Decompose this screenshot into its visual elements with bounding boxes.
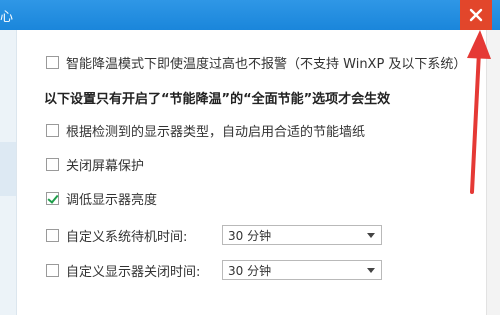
standby-time-select[interactable]: 30 分钟: [222, 225, 382, 245]
monitor-off-time-checkbox[interactable]: [46, 263, 59, 277]
section-heading: 以下设置只有开启了“节能降温”的“全面节能”选项才会生效: [44, 92, 391, 107]
disable-screensaver-checkbox[interactable]: [46, 157, 59, 171]
window-title: 心: [0, 10, 14, 25]
monitor-off-time-label: 自定义显示器关闭时间:: [66, 264, 201, 280]
scroll-edge: [486, 30, 500, 315]
left-nav-panel: [0, 30, 17, 315]
standby-time-value: 30 分钟: [228, 228, 272, 243]
standby-time-checkbox[interactable]: [46, 228, 59, 242]
option-smart-cooling-warning[interactable]: 智能降温模式下即使温度过高也不报警（不支持 WinXP 及以下系统）: [46, 52, 466, 72]
monitor-off-time-select[interactable]: 30 分钟: [222, 260, 382, 280]
option-disable-screensaver[interactable]: 关闭屏幕保护: [46, 154, 144, 174]
monitor-off-time-value: 30 分钟: [228, 263, 272, 278]
lower-brightness-label: 调低显示器亮度: [66, 192, 158, 208]
option-auto-wallpaper[interactable]: 根据检测到的显示器类型，自动启用合适的节能墙纸: [46, 120, 365, 140]
auto-wallpaper-label: 根据检测到的显示器类型，自动启用合适的节能墙纸: [66, 124, 366, 140]
standby-time-label: 自定义系统待机时间:: [66, 229, 188, 245]
lower-brightness-checkbox[interactable]: [46, 191, 59, 205]
chevron-down-icon: [367, 268, 375, 273]
close-button[interactable]: [460, 0, 492, 30]
option-lower-brightness[interactable]: 调低显示器亮度: [46, 188, 157, 208]
close-x-icon: [469, 8, 483, 22]
option-standby-time[interactable]: 自定义系统待机时间:: [46, 225, 187, 245]
auto-wallpaper-checkbox[interactable]: [46, 123, 59, 137]
smart-cooling-warning-checkbox[interactable]: [46, 55, 59, 69]
chevron-down-icon: [367, 233, 375, 238]
option-monitor-off-time[interactable]: 自定义显示器关闭时间:: [46, 260, 200, 280]
disable-screensaver-label: 关闭屏幕保护: [66, 158, 145, 174]
title-bar: 心: [0, 0, 500, 30]
smart-cooling-warning-label: 智能降温模式下即使温度过高也不报警（不支持 WinXP 及以下系统）: [66, 56, 467, 72]
nav-selection-highlight: [0, 142, 16, 196]
